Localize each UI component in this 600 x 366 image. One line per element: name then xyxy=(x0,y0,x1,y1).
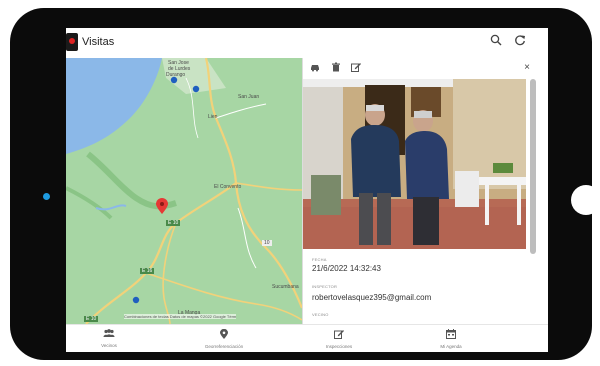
map-label-el-convento: El Convento xyxy=(214,184,242,190)
search-icon[interactable] xyxy=(488,34,504,50)
map-view[interactable]: San Jose de Lurdes Durango San Juan Lien… xyxy=(66,58,302,324)
close-icon[interactable]: × xyxy=(521,62,533,74)
map-pin-blue-icon[interactable] xyxy=(132,296,140,305)
map-pin-blue-icon[interactable] xyxy=(170,76,178,85)
users-icon xyxy=(84,329,134,341)
nav-item-inspecciones[interactable]: Inspecciones xyxy=(314,325,364,352)
road-shield: E 16 xyxy=(140,268,155,274)
nav-label: Vecinos xyxy=(101,343,117,348)
map-label-lien: Lien xyxy=(208,114,218,120)
visit-photo xyxy=(303,79,526,249)
map-pin-blue-icon[interactable] xyxy=(192,85,200,94)
edit-icon xyxy=(314,329,364,342)
nav-label: Georreferenciación xyxy=(204,344,244,349)
app-screen: Visitas San Jose de Lurdes Durango San J… xyxy=(66,28,548,352)
nav-item-vecinos[interactable]: Vecinos xyxy=(84,325,134,352)
fecha-label: FECHA xyxy=(312,257,327,262)
panel-toolbar: × xyxy=(303,58,548,78)
map-label-san-jose: San Jose de Lurdes xyxy=(168,60,191,72)
app-title: Visitas xyxy=(82,36,115,48)
inspector-value: robertovelasquez395@gmail.com xyxy=(312,293,432,302)
fecha-value: 21/6/2022 14:32:43 xyxy=(312,264,381,273)
car-icon[interactable] xyxy=(309,62,321,74)
trash-icon[interactable] xyxy=(330,62,342,74)
nav-label: Inspecciones xyxy=(325,344,353,349)
road-shield: 10 xyxy=(262,240,272,246)
map-attribution[interactable]: Combinaciones de teclas Datos de mapas ©… xyxy=(124,314,237,319)
camera-dot xyxy=(43,193,50,200)
inspector-label: INSPECTOR xyxy=(312,284,338,289)
road-shield: E 10 xyxy=(84,316,99,322)
calendar-icon xyxy=(426,329,476,342)
nav-item-georreferenciacion[interactable]: Georreferenciación xyxy=(192,325,256,352)
map-label-sucumbana: Sucumbana xyxy=(272,284,299,290)
vecino-label: VECINO xyxy=(312,312,329,317)
app-logo xyxy=(66,33,78,51)
app-bar: Visitas xyxy=(66,28,548,59)
map-pin-icon xyxy=(192,328,256,342)
refresh-icon[interactable] xyxy=(512,34,528,50)
nav-item-mi-agenda[interactable]: Mi Agenda xyxy=(426,325,476,352)
bottom-navigation: Vecinos Georreferenciación Inspecciones … xyxy=(66,324,548,352)
home-button[interactable] xyxy=(571,185,600,215)
map-pin-red-icon[interactable] xyxy=(156,198,168,214)
visit-detail-panel: × FECHA 21/6/2022 14:32:43 INSPECTOR rob… xyxy=(302,58,548,324)
edit-icon[interactable] xyxy=(350,62,362,74)
map-label-san-juan: San Juan xyxy=(238,94,260,100)
road-shield: E 10 xyxy=(166,220,181,226)
panel-scrollbar[interactable] xyxy=(530,79,536,254)
nav-label: Mi Agenda xyxy=(440,344,462,349)
